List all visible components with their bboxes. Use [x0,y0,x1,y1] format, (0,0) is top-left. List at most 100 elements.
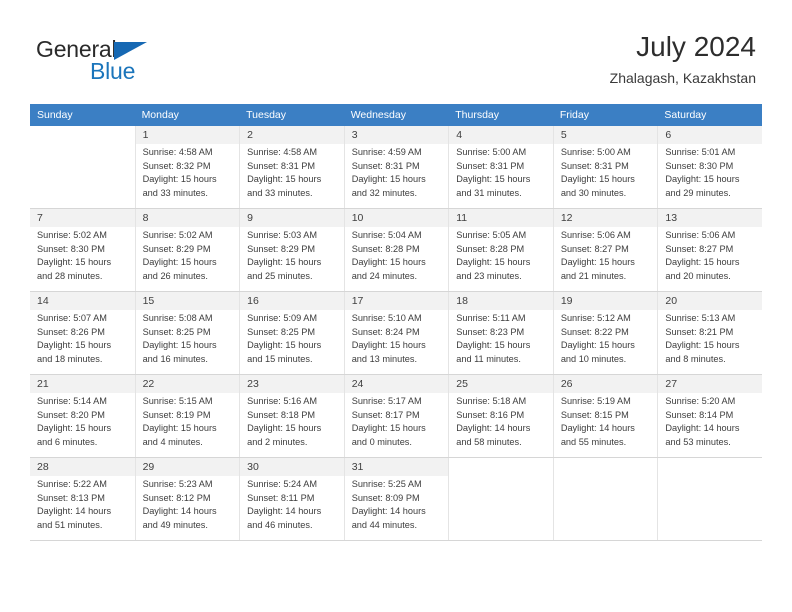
calendar-day-cell[interactable]: 31 Sunrise: 5:25 AM Sunset: 8:09 PM Dayl… [343,457,449,541]
daylight-text-line2: and 49 minutes. [142,519,208,530]
sunrise-text: Sunrise: 5:03 AM [247,230,318,240]
day-details: Sunrise: 4:58 AM Sunset: 8:31 PM Dayligh… [240,144,344,200]
calendar-day-cell[interactable]: 1 Sunrise: 4:58 AM Sunset: 8:32 PM Dayli… [134,126,240,209]
calendar-header-row: Sunday Monday Tuesday Wednesday Thursday… [30,104,762,126]
daylight-text-line2: and 23 minutes. [456,270,522,281]
daylight-text-line1: Daylight: 15 hours [247,340,322,351]
calendar-day-cell[interactable] [448,457,553,541]
day-number: 31 [344,458,449,476]
calendar-week-row: 7 Sunrise: 5:02 AM Sunset: 8:30 PM Dayli… [30,208,762,292]
day-number: 29 [135,458,240,476]
day-details: Sunrise: 5:03 AM Sunset: 8:29 PM Dayligh… [240,227,344,283]
calendar-day-cell[interactable]: 3 Sunrise: 4:59 AM Sunset: 8:31 PM Dayli… [343,126,449,209]
title-block: July 2024 Zhalagash, Kazakhstan [610,30,756,88]
day-details: Sunrise: 5:07 AM Sunset: 8:26 PM Dayligh… [30,310,135,366]
calendar-day-cell[interactable] [657,457,762,541]
calendar-day-cell[interactable]: 17 Sunrise: 5:10 AM Sunset: 8:24 PM Dayl… [343,291,449,375]
day-number: 26 [553,375,658,393]
calendar-day-cell[interactable] [552,457,658,541]
calendar-day-cell[interactable]: 27 Sunrise: 5:20 AM Sunset: 8:14 PM Dayl… [657,374,762,458]
calendar-day-cell[interactable]: 24 Sunrise: 5:17 AM Sunset: 8:17 PM Dayl… [343,374,449,458]
general-blue-logo[interactable]: General Blue [36,36,236,88]
daylight-text-line2: and 53 minutes. [665,436,731,447]
sunset-text: Sunset: 8:28 PM [456,243,525,254]
calendar-day-cell[interactable]: 15 Sunrise: 5:08 AM Sunset: 8:25 PM Dayl… [134,291,240,375]
daylight-text-line2: and 33 minutes. [142,187,208,198]
sunset-text: Sunset: 8:17 PM [351,409,420,420]
sunset-text: Sunset: 8:22 PM [560,326,629,337]
day-number: 23 [240,375,344,393]
calendar-day-cell[interactable]: 4 Sunrise: 5:00 AM Sunset: 8:31 PM Dayli… [448,126,553,209]
daylight-text-line1: Daylight: 15 hours [665,174,740,185]
sunrise-text: Sunrise: 5:16 AM [247,396,318,406]
calendar-day-cell[interactable]: 25 Sunrise: 5:18 AM Sunset: 8:16 PM Dayl… [448,374,553,458]
calendar-day-cell[interactable]: 20 Sunrise: 5:13 AM Sunset: 8:21 PM Dayl… [657,291,762,375]
calendar-day-cell[interactable]: 14 Sunrise: 5:07 AM Sunset: 8:26 PM Dayl… [30,291,135,375]
day-details: Sunrise: 5:10 AM Sunset: 8:24 PM Dayligh… [345,310,449,366]
day-number: 18 [449,292,553,310]
calendar-day-cell[interactable]: 29 Sunrise: 5:23 AM Sunset: 8:12 PM Dayl… [134,457,240,541]
calendar-day-cell[interactable]: 11 Sunrise: 5:05 AM Sunset: 8:28 PM Dayl… [448,208,553,292]
sunset-text: Sunset: 8:15 PM [560,409,629,420]
calendar-day-cell[interactable]: 5 Sunrise: 5:00 AM Sunset: 8:31 PM Dayli… [552,126,658,209]
day-number: 14 [30,292,135,310]
daylight-text-line1: Daylight: 15 hours [247,174,322,185]
daylight-text-line1: Daylight: 15 hours [456,174,531,185]
weekday-header-tuesday: Tuesday [239,104,344,126]
sunrise-text: Sunrise: 5:01 AM [665,147,736,157]
sunrise-text: Sunrise: 4:58 AM [247,147,318,157]
calendar-day-cell[interactable]: 22 Sunrise: 5:15 AM Sunset: 8:19 PM Dayl… [134,374,240,458]
day-details: Sunrise: 5:11 AM Sunset: 8:23 PM Dayligh… [449,310,553,366]
daylight-text-line1: Daylight: 15 hours [247,423,322,434]
calendar-day-cell[interactable]: 8 Sunrise: 5:02 AM Sunset: 8:29 PM Dayli… [134,208,240,292]
day-details: Sunrise: 5:02 AM Sunset: 8:30 PM Dayligh… [30,227,135,283]
calendar-day-cell[interactable]: 9 Sunrise: 5:03 AM Sunset: 8:29 PM Dayli… [239,208,344,292]
calendar-day-cell[interactable]: 2 Sunrise: 4:58 AM Sunset: 8:31 PM Dayli… [239,126,344,209]
daylight-text-line2: and 33 minutes. [247,187,313,198]
calendar-day-cell[interactable]: 13 Sunrise: 5:06 AM Sunset: 8:27 PM Dayl… [657,208,762,292]
sunset-text: Sunset: 8:16 PM [456,409,525,420]
day-number: 13 [658,209,762,227]
sunrise-text: Sunrise: 4:58 AM [142,147,213,157]
daylight-text-line1: Daylight: 14 hours [560,423,635,434]
day-number: 20 [658,292,762,310]
calendar-week-row: 21 Sunrise: 5:14 AM Sunset: 8:20 PM Dayl… [30,374,762,458]
calendar-day-cell[interactable]: 23 Sunrise: 5:16 AM Sunset: 8:18 PM Dayl… [239,374,344,458]
calendar-day-cell[interactable]: 26 Sunrise: 5:19 AM Sunset: 8:15 PM Dayl… [552,374,658,458]
sunset-text: Sunset: 8:31 PM [456,160,525,171]
daylight-text-line2: and 31 minutes. [456,187,522,198]
sunrise-text: Sunrise: 5:11 AM [456,313,526,323]
day-number: 17 [344,292,449,310]
daylight-text-line2: and 15 minutes. [247,353,313,364]
sunset-text: Sunset: 8:26 PM [37,326,105,337]
calendar-day-cell[interactable]: 19 Sunrise: 5:12 AM Sunset: 8:22 PM Dayl… [552,291,658,375]
daylight-text-line2: and 4 minutes. [142,436,203,447]
daylight-text-line2: and 32 minutes. [351,187,418,198]
sunset-text: Sunset: 8:18 PM [247,409,316,420]
day-details [554,465,658,467]
calendar-day-cell[interactable]: 12 Sunrise: 5:06 AM Sunset: 8:27 PM Dayl… [552,208,658,292]
sunrise-text: Sunrise: 5:00 AM [560,147,631,157]
calendar-week-row: 1 Sunrise: 4:58 AM Sunset: 8:32 PM Dayli… [30,126,762,209]
calendar-day-cell[interactable]: 18 Sunrise: 5:11 AM Sunset: 8:23 PM Dayl… [448,291,553,375]
calendar-day-cell[interactable] [30,126,135,209]
sunrise-text: Sunrise: 5:22 AM [37,479,107,489]
daylight-text-line1: Daylight: 15 hours [142,174,217,185]
calendar-page: General Blue July 2024 Zhalagash, Kazakh… [0,0,792,612]
sunrise-text: Sunrise: 5:19 AM [560,396,631,406]
calendar-day-cell[interactable]: 28 Sunrise: 5:22 AM Sunset: 8:13 PM Dayl… [30,457,135,541]
day-number: 11 [449,209,553,227]
day-number [554,458,658,465]
calendar-day-cell[interactable]: 7 Sunrise: 5:02 AM Sunset: 8:30 PM Dayli… [30,208,135,292]
calendar-day-cell[interactable]: 30 Sunrise: 5:24 AM Sunset: 8:11 PM Dayl… [239,457,344,541]
daylight-text-line2: and 51 minutes. [37,519,103,530]
daylight-text-line2: and 6 minutes. [37,436,98,447]
calendar-day-cell[interactable]: 6 Sunrise: 5:01 AM Sunset: 8:30 PM Dayli… [657,126,762,209]
daylight-text-line1: Daylight: 15 hours [142,423,217,434]
daylight-text-line1: Daylight: 15 hours [142,340,217,351]
calendar-day-cell[interactable]: 10 Sunrise: 5:04 AM Sunset: 8:28 PM Dayl… [343,208,449,292]
calendar-day-cell[interactable]: 21 Sunrise: 5:14 AM Sunset: 8:20 PM Dayl… [30,374,135,458]
day-number: 3 [344,126,449,144]
calendar-day-cell[interactable]: 16 Sunrise: 5:09 AM Sunset: 8:25 PM Dayl… [239,291,344,375]
sunset-text: Sunset: 8:31 PM [560,160,629,171]
